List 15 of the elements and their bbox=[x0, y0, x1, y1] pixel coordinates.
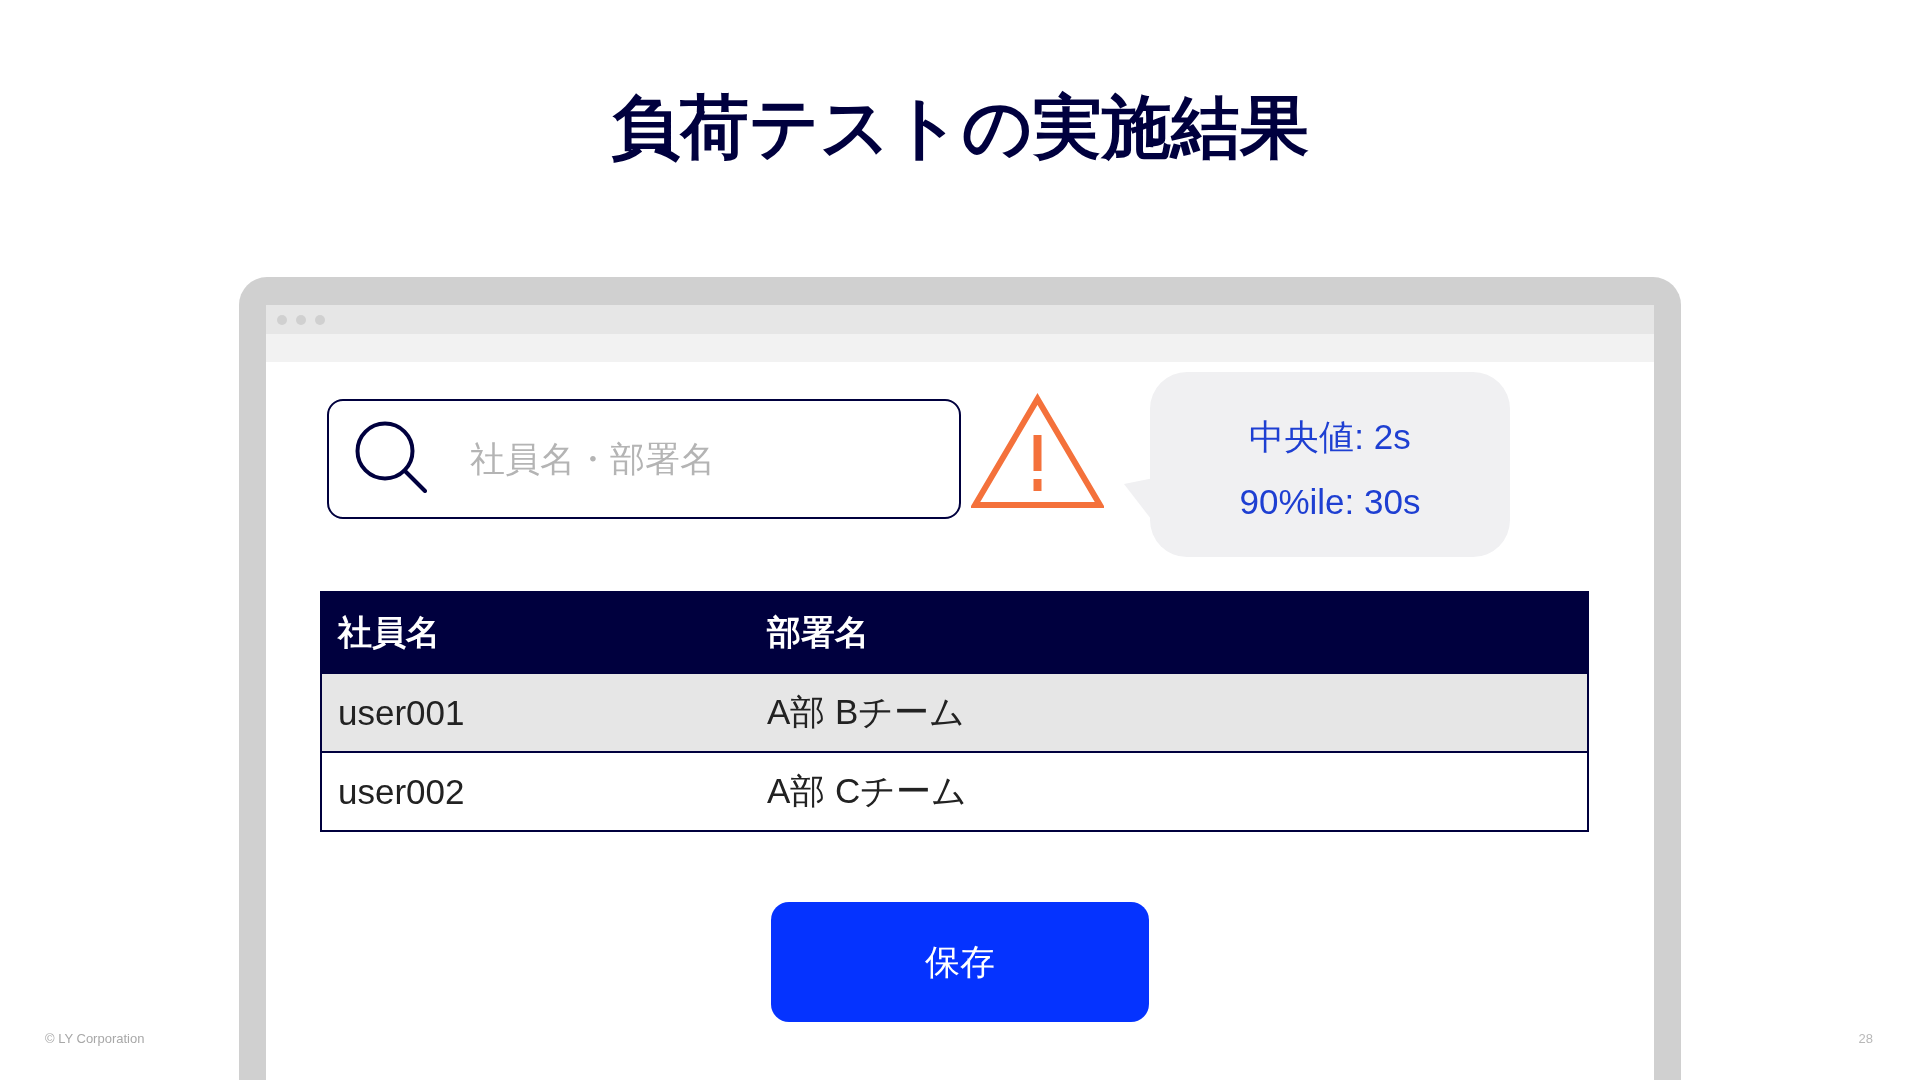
warning-icon bbox=[971, 392, 1104, 509]
table-header-cell: 社員名 bbox=[321, 592, 751, 673]
table-header-cell: 部署名 bbox=[751, 592, 1588, 673]
page-number: 28 bbox=[1858, 1031, 1873, 1046]
search-icon bbox=[355, 420, 427, 493]
table-cell: user002 bbox=[321, 752, 751, 831]
stat-text: 中央値: 2s bbox=[1249, 416, 1411, 458]
search-field[interactable]: 社員名・部署名 bbox=[327, 398, 961, 519]
copyright-text: © LY Corporation bbox=[45, 1031, 145, 1046]
slide-title: 負荷テストの実施結果 bbox=[611, 88, 1309, 168]
stat-text: 90%ile: 30s bbox=[1239, 481, 1421, 523]
table-cell: user001 bbox=[321, 673, 751, 752]
table-cell: A部 Cチーム bbox=[751, 752, 1588, 831]
save-button[interactable]: 保存 bbox=[771, 902, 1149, 1022]
table-cell: A部 Bチーム bbox=[751, 673, 1588, 752]
